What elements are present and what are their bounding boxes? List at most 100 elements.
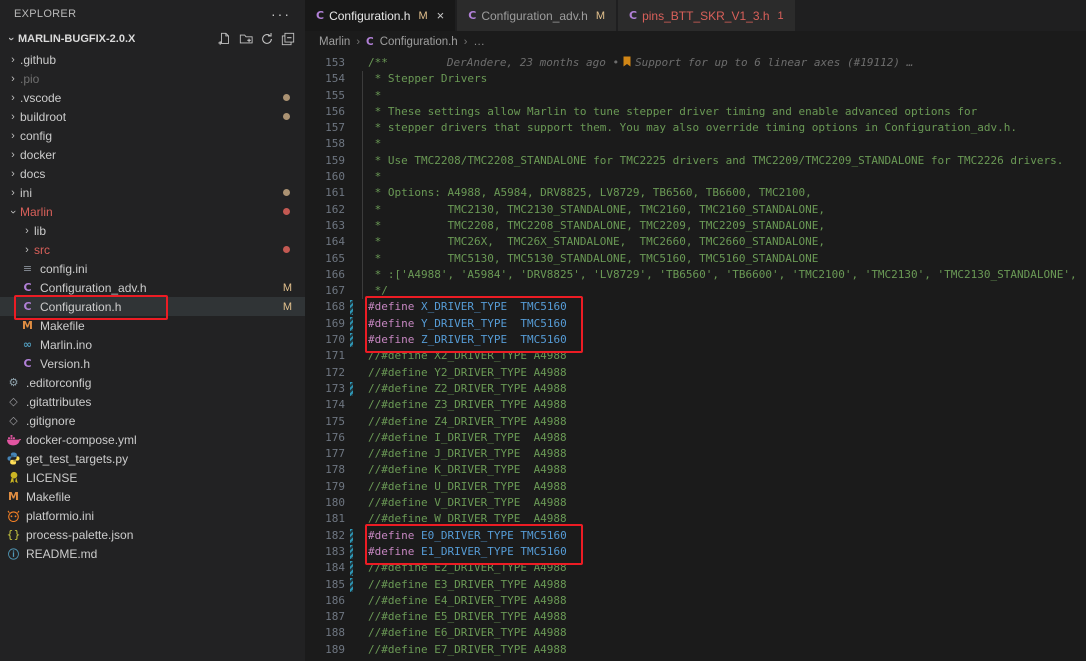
- line-number[interactable]: 157: [305, 120, 345, 136]
- project-root-row[interactable]: › MARLIN-BUGFIX-2.0.X: [0, 27, 305, 50]
- tree-item-ini[interactable]: ›ini: [0, 183, 305, 202]
- tree-item-makefile[interactable]: MMakefile: [0, 316, 305, 335]
- line-number[interactable]: 176: [305, 430, 345, 446]
- code-line-157[interactable]: 157 * stepper drivers that support them.…: [305, 120, 1086, 136]
- line-number[interactable]: 188: [305, 625, 345, 641]
- code-line-159[interactable]: 159 * Use TMC2208/TMC2208_STANDALONE for…: [305, 153, 1086, 169]
- tree-item-get-test-targets-py[interactable]: get_test_targets.py: [0, 449, 305, 468]
- code-line-154[interactable]: 154 * Stepper Drivers: [305, 71, 1086, 87]
- close-icon[interactable]: ×: [437, 8, 445, 23]
- line-number[interactable]: 162: [305, 202, 345, 218]
- refresh-icon[interactable]: [260, 32, 274, 46]
- code-line-163[interactable]: 163 * TMC2208, TMC2208_STANDALONE, TMC22…: [305, 218, 1086, 234]
- code-line-170[interactable]: 170#define Z_DRIVER_TYPE TMC5160: [305, 332, 1086, 348]
- line-number[interactable]: 171: [305, 348, 345, 364]
- code-line-168[interactable]: 168#define X_DRIVER_TYPE TMC5160: [305, 299, 1086, 315]
- line-number[interactable]: 185: [305, 577, 345, 593]
- line-number[interactable]: 172: [305, 365, 345, 381]
- code-line-167[interactable]: 167 */: [305, 283, 1086, 299]
- code-line-181[interactable]: 181//#define W_DRIVER_TYPE A4988: [305, 511, 1086, 527]
- line-number[interactable]: 187: [305, 609, 345, 625]
- line-number[interactable]: 165: [305, 251, 345, 267]
- code-line-171[interactable]: 171//#define X2_DRIVER_TYPE A4988: [305, 348, 1086, 364]
- code-line-189[interactable]: 189//#define E7_DRIVER_TYPE A4988: [305, 642, 1086, 658]
- tree-item-docs[interactable]: ›docs: [0, 164, 305, 183]
- tree-item--pio[interactable]: ›.pio: [0, 69, 305, 88]
- tree-item--gitignore[interactable]: ◇.gitignore: [0, 411, 305, 430]
- line-number[interactable]: 158: [305, 136, 345, 152]
- code-line-155[interactable]: 155 *: [305, 88, 1086, 104]
- code-line-175[interactable]: 175//#define Z4_DRIVER_TYPE A4988: [305, 414, 1086, 430]
- tree-item-process-palette-json[interactable]: {}process-palette.json: [0, 525, 305, 544]
- code-editor[interactable]: 153/**DerAndere, 23 months ago •Support …: [305, 52, 1086, 661]
- code-line-160[interactable]: 160 *: [305, 169, 1086, 185]
- tree-item-license[interactable]: LICENSE: [0, 468, 305, 487]
- code-line-176[interactable]: 176//#define I_DRIVER_TYPE A4988: [305, 430, 1086, 446]
- line-number[interactable]: 153: [305, 55, 345, 71]
- tree-item-src[interactable]: ›src: [0, 240, 305, 259]
- tree-item-version-h[interactable]: CVersion.h: [0, 354, 305, 373]
- code-line-187[interactable]: 187//#define E5_DRIVER_TYPE A4988: [305, 609, 1086, 625]
- tree-item-configuration-h[interactable]: CConfiguration.hM: [0, 297, 305, 316]
- code-line-158[interactable]: 158 *: [305, 136, 1086, 152]
- line-number[interactable]: 167: [305, 283, 345, 299]
- code-line-174[interactable]: 174//#define Z3_DRIVER_TYPE A4988: [305, 397, 1086, 413]
- line-number[interactable]: 164: [305, 234, 345, 250]
- code-line-162[interactable]: 162 * TMC2130, TMC2130_STANDALONE, TMC21…: [305, 202, 1086, 218]
- code-line-180[interactable]: 180//#define V_DRIVER_TYPE A4988: [305, 495, 1086, 511]
- tree-item-buildroot[interactable]: ›buildroot: [0, 107, 305, 126]
- tree-item-makefile[interactable]: MMakefile: [0, 487, 305, 506]
- line-number[interactable]: 166: [305, 267, 345, 283]
- tree-item-readme-md[interactable]: ⓘREADME.md: [0, 544, 305, 563]
- tree-item-docker-compose-yml[interactable]: docker-compose.yml: [0, 430, 305, 449]
- line-number[interactable]: 181: [305, 511, 345, 527]
- breadcrumb-file[interactable]: Configuration.h: [380, 36, 458, 48]
- code-line-179[interactable]: 179//#define U_DRIVER_TYPE A4988: [305, 479, 1086, 495]
- tree-item-marlin[interactable]: ›Marlin: [0, 202, 305, 221]
- line-number[interactable]: 184: [305, 560, 345, 576]
- line-number[interactable]: 154: [305, 71, 345, 87]
- line-number[interactable]: 163: [305, 218, 345, 234]
- code-line-156[interactable]: 156 * These settings allow Marlin to tun…: [305, 104, 1086, 120]
- line-number[interactable]: 170: [305, 332, 345, 348]
- code-line-184[interactable]: 184//#define E2_DRIVER_TYPE A4988: [305, 560, 1086, 576]
- tree-item--editorconfig[interactable]: ⚙.editorconfig: [0, 373, 305, 392]
- code-line-172[interactable]: 172//#define Y2_DRIVER_TYPE A4988: [305, 365, 1086, 381]
- line-number[interactable]: 168: [305, 299, 345, 315]
- line-number[interactable]: 174: [305, 397, 345, 413]
- line-number[interactable]: 182: [305, 528, 345, 544]
- code-line-186[interactable]: 186//#define E4_DRIVER_TYPE A4988: [305, 593, 1086, 609]
- line-number[interactable]: 180: [305, 495, 345, 511]
- code-line-183[interactable]: 183#define E1_DRIVER_TYPE TMC5160: [305, 544, 1086, 560]
- code-line-161[interactable]: 161 * Options: A4988, A5984, DRV8825, LV…: [305, 185, 1086, 201]
- tree-item-config-ini[interactable]: ≡config.ini: [0, 259, 305, 278]
- tab-configuration-adv-h[interactable]: CConfiguration_adv.hM: [457, 0, 616, 31]
- line-number[interactable]: 173: [305, 381, 345, 397]
- line-number[interactable]: 189: [305, 642, 345, 658]
- line-number[interactable]: 169: [305, 316, 345, 332]
- tab-pins-btt-skr-v1-3-h[interactable]: Cpins_BTT_SKR_V1_3.h1: [618, 0, 795, 31]
- code-line-166[interactable]: 166 * :['A4988', 'A5984', 'DRV8825', 'LV…: [305, 267, 1086, 283]
- code-line-169[interactable]: 169#define Y_DRIVER_TYPE TMC5160: [305, 316, 1086, 332]
- tree-item-configuration-adv-h[interactable]: CConfiguration_adv.hM: [0, 278, 305, 297]
- line-number[interactable]: 160: [305, 169, 345, 185]
- new-file-icon[interactable]: [218, 32, 232, 46]
- line-number[interactable]: 179: [305, 479, 345, 495]
- line-number[interactable]: 178: [305, 462, 345, 478]
- tab-configuration-h[interactable]: CConfiguration.hM×: [305, 0, 455, 31]
- code-line-182[interactable]: 182#define E0_DRIVER_TYPE TMC5160: [305, 528, 1086, 544]
- line-number[interactable]: 161: [305, 185, 345, 201]
- line-number[interactable]: 175: [305, 414, 345, 430]
- code-line-178[interactable]: 178//#define K_DRIVER_TYPE A4988: [305, 462, 1086, 478]
- git-blame-annotation[interactable]: DerAndere, 23 months ago •Support for up…: [447, 56, 913, 69]
- line-number[interactable]: 155: [305, 88, 345, 104]
- line-number[interactable]: 186: [305, 593, 345, 609]
- tree-item--gitattributes[interactable]: ◇.gitattributes: [0, 392, 305, 411]
- line-number[interactable]: 177: [305, 446, 345, 462]
- line-number[interactable]: 183: [305, 544, 345, 560]
- breadcrumb-folder[interactable]: Marlin: [319, 36, 350, 48]
- tree-item-config[interactable]: ›config: [0, 126, 305, 145]
- code-line-185[interactable]: 185//#define E3_DRIVER_TYPE A4988: [305, 577, 1086, 593]
- explorer-more-button[interactable]: ···: [271, 6, 291, 22]
- tree-item--github[interactable]: ›.github: [0, 50, 305, 69]
